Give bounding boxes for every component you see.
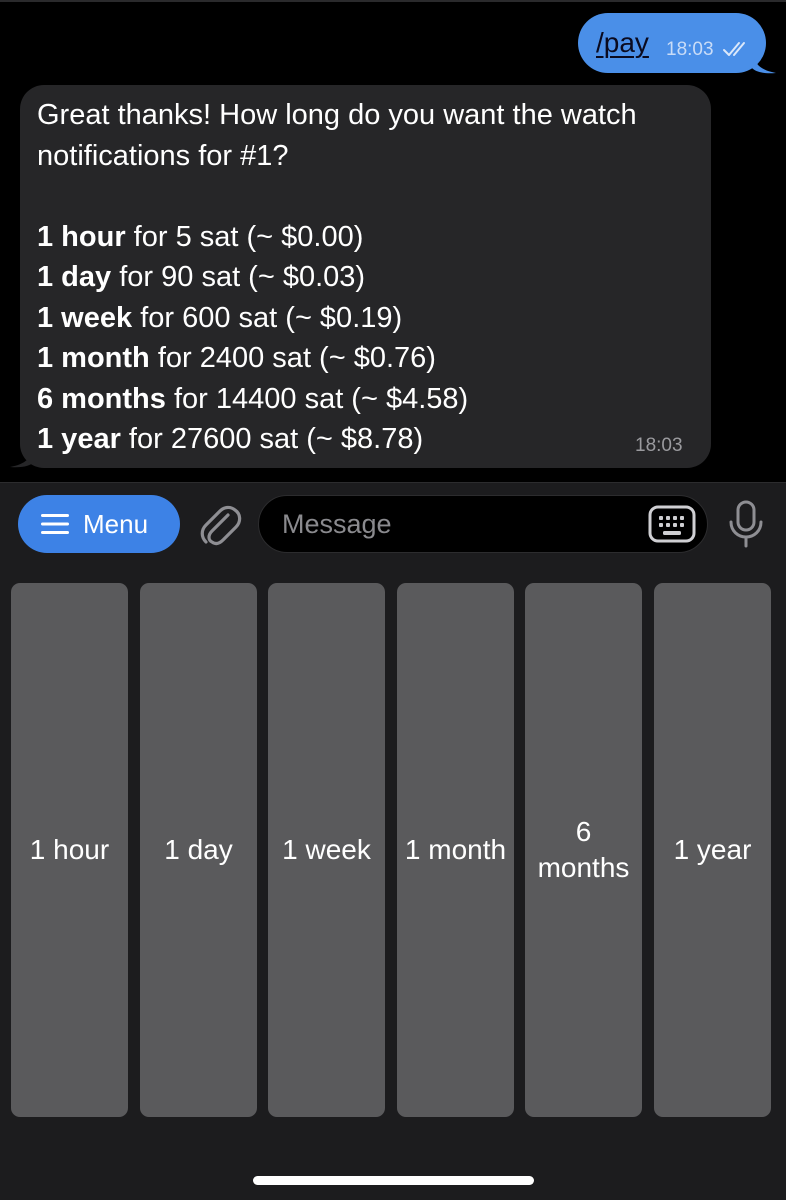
- option-label: 1 week: [37, 301, 133, 334]
- reply-button-1-day[interactable]: 1 day: [140, 583, 257, 1117]
- incoming-message-bubble[interactable]: Great thanks! How long do you want the w…: [20, 85, 711, 468]
- option-line-1-week: 1 week for 600 sat (~ $0.19): [37, 298, 697, 339]
- top-divider: [0, 0, 786, 2]
- reply-button-label-line-2: months: [537, 852, 630, 883]
- outgoing-message-bubble[interactable]: /pay 18:03: [578, 13, 766, 73]
- reply-button-label-line-1: 6: [575, 816, 592, 847]
- message-composer: Menu: [0, 482, 786, 564]
- option-details: for 27600 sat (~ $8.78): [120, 423, 424, 455]
- reply-button-1-hour[interactable]: 1 hour: [11, 583, 128, 1117]
- option-details: for 5 sat (~ $0.00): [125, 220, 364, 253]
- outgoing-message-time: 18:03: [666, 39, 714, 60]
- reply-button-label: 1 year: [673, 834, 752, 865]
- option-line-1-day: 1 day for 90 sat (~ $0.03): [37, 257, 697, 298]
- reply-button-label: 1 week: [282, 834, 371, 865]
- incoming-message-time: 18:03: [635, 435, 683, 456]
- option-line-1-year: 1 year for 27600 sat (~ $8.78): [37, 419, 697, 460]
- menu-button[interactable]: Menu: [18, 495, 180, 553]
- option-label: 1 day: [37, 261, 112, 293]
- outgoing-message-text[interactable]: /pay: [596, 27, 649, 59]
- reply-button-label: 1 hour: [29, 834, 110, 865]
- reply-button-1-week[interactable]: 1 week: [268, 583, 385, 1117]
- hamburger-icon: [41, 514, 69, 534]
- reply-keyboard: 1 hour 1 day 1 week 1 month 6 months 1 y…: [0, 564, 786, 1200]
- home-indicator[interactable]: [253, 1176, 534, 1185]
- double-check-icon: [723, 42, 745, 56]
- option-details: for 90 sat (~ $0.03): [111, 261, 366, 293]
- message-intro-line-2: notifications for #1?: [37, 139, 289, 172]
- reply-button-6-months[interactable]: 6 months: [525, 583, 642, 1117]
- incoming-message-text: Great thanks! How long do you want the w…: [37, 95, 697, 460]
- option-label: 6 months: [37, 382, 166, 415]
- option-details: for 2400 sat (~ $0.76): [149, 342, 436, 374]
- keyboard-icon[interactable]: [648, 505, 696, 543]
- option-label: 1 month: [37, 342, 150, 374]
- option-line-6-months: 6 months for 14400 sat (~ $4.58): [37, 379, 697, 420]
- paperclip-icon[interactable]: [198, 501, 242, 547]
- reply-button-label: 1 month: [404, 834, 507, 865]
- option-details: for 14400 sat (~ $4.58): [165, 382, 469, 415]
- reply-button-1-year[interactable]: 1 year: [654, 583, 771, 1117]
- reply-button-label: 6 months: [538, 814, 630, 886]
- reply-button-label: 1 day: [164, 834, 233, 865]
- microphone-icon[interactable]: [726, 499, 766, 549]
- option-label: 1 hour: [37, 220, 126, 253]
- option-details: for 600 sat (~ $0.19): [132, 301, 403, 334]
- menu-button-label: Menu: [83, 509, 149, 539]
- message-input[interactable]: [258, 495, 708, 553]
- option-label: 1 year: [37, 423, 121, 455]
- option-line-1-hour: 1 hour for 5 sat (~ $0.00): [37, 217, 697, 258]
- message-intro-line-1: Great thanks! How long do you want the w…: [37, 99, 637, 131]
- reply-button-1-month[interactable]: 1 month: [397, 583, 514, 1117]
- option-line-1-month: 1 month for 2400 sat (~ $0.76): [37, 338, 697, 379]
- outgoing-bubble-tail: [752, 50, 776, 74]
